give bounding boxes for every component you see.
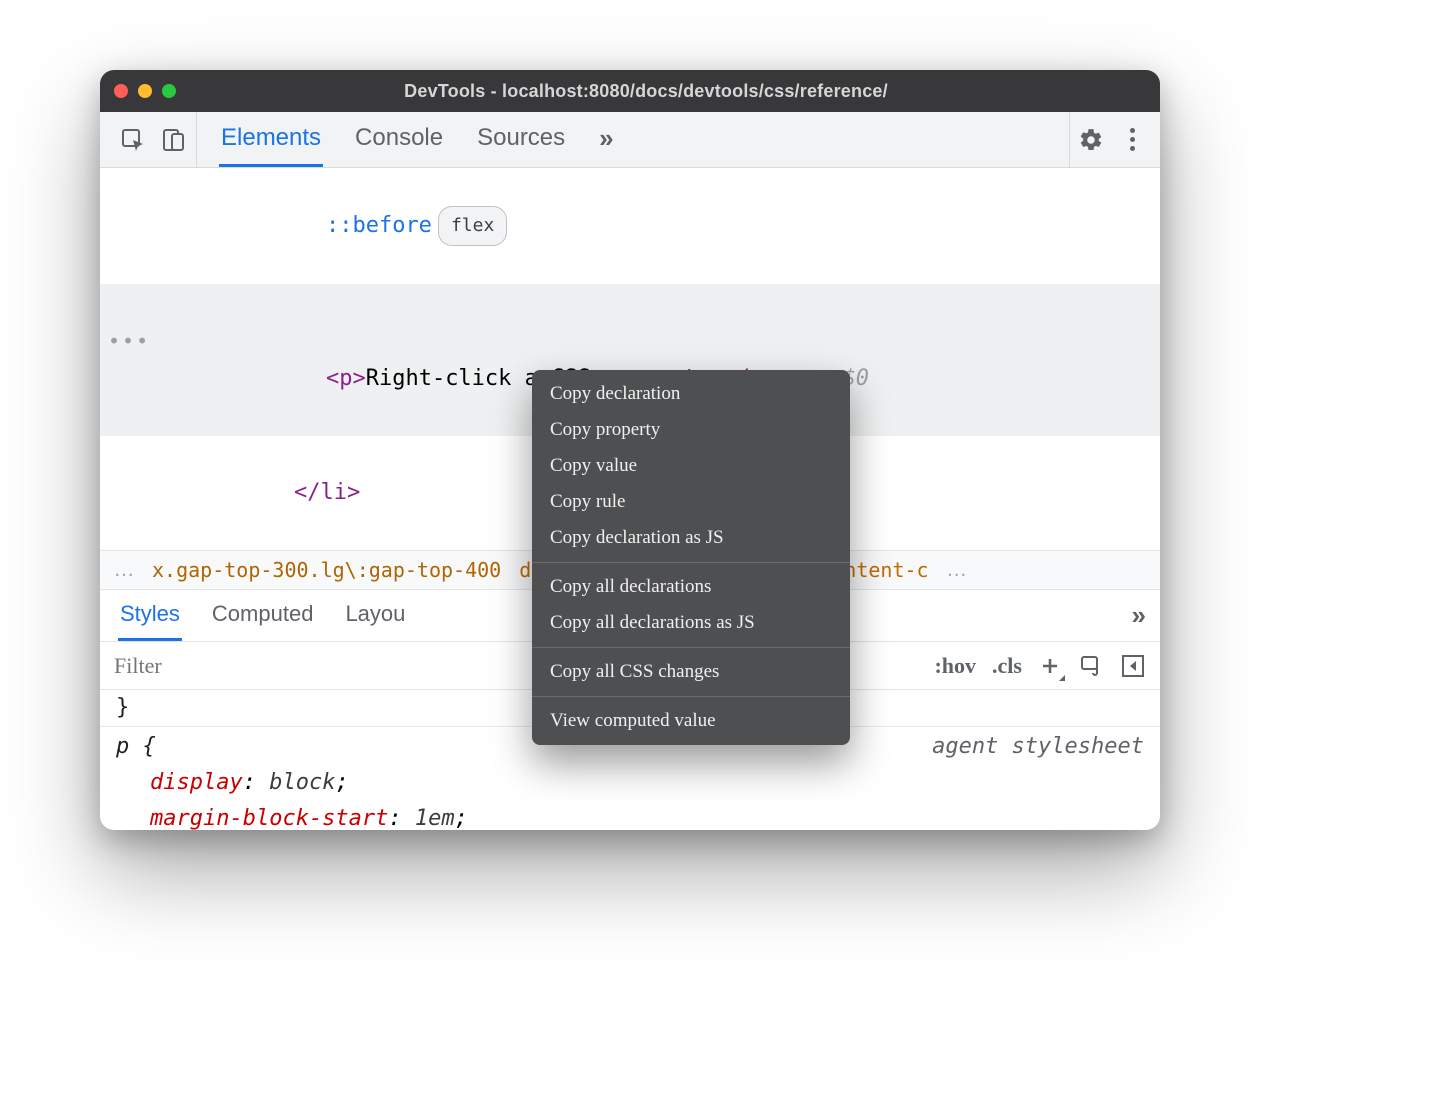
- new-rule-icon[interactable]: [1038, 654, 1062, 678]
- menu-copy-property[interactable]: Copy property: [532, 412, 850, 448]
- expand-icon[interactable]: •••: [108, 322, 150, 360]
- tab-sources[interactable]: Sources: [475, 112, 567, 167]
- closing-li: </li>: [294, 480, 360, 505]
- panel-tabs: Elements Console Sources »: [197, 112, 1069, 167]
- menu-view-computed-value[interactable]: View computed value: [532, 703, 850, 739]
- subtab-layout[interactable]: Layou: [343, 590, 407, 641]
- menu-separator: [532, 562, 850, 563]
- menu-separator: [532, 647, 850, 648]
- hov-toggle[interactable]: :hov: [934, 653, 976, 679]
- declaration[interactable]: margin-block-start: 1em;: [116, 801, 1144, 830]
- zoom-window-icon[interactable]: [162, 84, 176, 98]
- menu-copy-all-declarations[interactable]: Copy all declarations: [532, 569, 850, 605]
- settings-icon[interactable]: [1078, 127, 1104, 153]
- paint-bucket-icon[interactable]: [1078, 653, 1104, 679]
- tag-open: <p>: [326, 366, 366, 391]
- crumb-left-ellipsis[interactable]: …: [114, 559, 134, 582]
- pseudo-element: ::before: [326, 213, 432, 238]
- menu-copy-value[interactable]: Copy value: [532, 448, 850, 484]
- window-controls: [114, 84, 176, 98]
- window-title: DevTools - localhost:8080/docs/devtools/…: [186, 81, 1146, 102]
- dom-pseudo-row[interactable]: ::beforeflex: [100, 168, 1160, 284]
- menu-copy-declaration[interactable]: Copy declaration: [532, 376, 850, 412]
- subtab-computed[interactable]: Computed: [210, 590, 316, 641]
- tab-console[interactable]: Console: [353, 112, 445, 167]
- device-toggle-icon[interactable]: [160, 127, 186, 153]
- menu-copy-all-css-changes[interactable]: Copy all CSS changes: [532, 654, 850, 690]
- declaration[interactable]: display: block;: [116, 765, 1144, 801]
- menu-copy-all-declarations-js[interactable]: Copy all declarations as JS: [532, 605, 850, 641]
- menu-separator: [532, 696, 850, 697]
- tab-elements[interactable]: Elements: [219, 112, 323, 167]
- cls-toggle[interactable]: .cls: [992, 653, 1022, 679]
- flex-badge[interactable]: flex: [438, 206, 507, 246]
- context-menu: Copy declaration Copy property Copy valu…: [532, 370, 850, 745]
- close-window-icon[interactable]: [114, 84, 128, 98]
- minimize-window-icon[interactable]: [138, 84, 152, 98]
- menu-copy-declaration-js[interactable]: Copy declaration as JS: [532, 520, 850, 556]
- main-toolbar: Elements Console Sources »: [100, 112, 1160, 168]
- devtools-window: DevTools - localhost:8080/docs/devtools/…: [100, 70, 1160, 830]
- subtab-styles[interactable]: Styles: [118, 590, 182, 641]
- crumb-1[interactable]: x.gap-top-300.lg\:gap-top-400: [152, 558, 501, 582]
- more-options-icon[interactable]: [1122, 128, 1142, 151]
- crumb-right-ellipsis[interactable]: …: [947, 559, 967, 582]
- more-tabs-icon[interactable]: »: [597, 112, 611, 167]
- inspect-element-icon[interactable]: [120, 127, 146, 153]
- selector[interactable]: p {: [116, 729, 156, 765]
- computed-panel-icon[interactable]: [1120, 653, 1146, 679]
- more-subtabs-icon[interactable]: »: [1132, 590, 1142, 641]
- stylesheet-source[interactable]: agent stylesheet: [932, 729, 1144, 765]
- menu-copy-rule[interactable]: Copy rule: [532, 484, 850, 520]
- titlebar: DevTools - localhost:8080/docs/devtools/…: [100, 70, 1160, 112]
